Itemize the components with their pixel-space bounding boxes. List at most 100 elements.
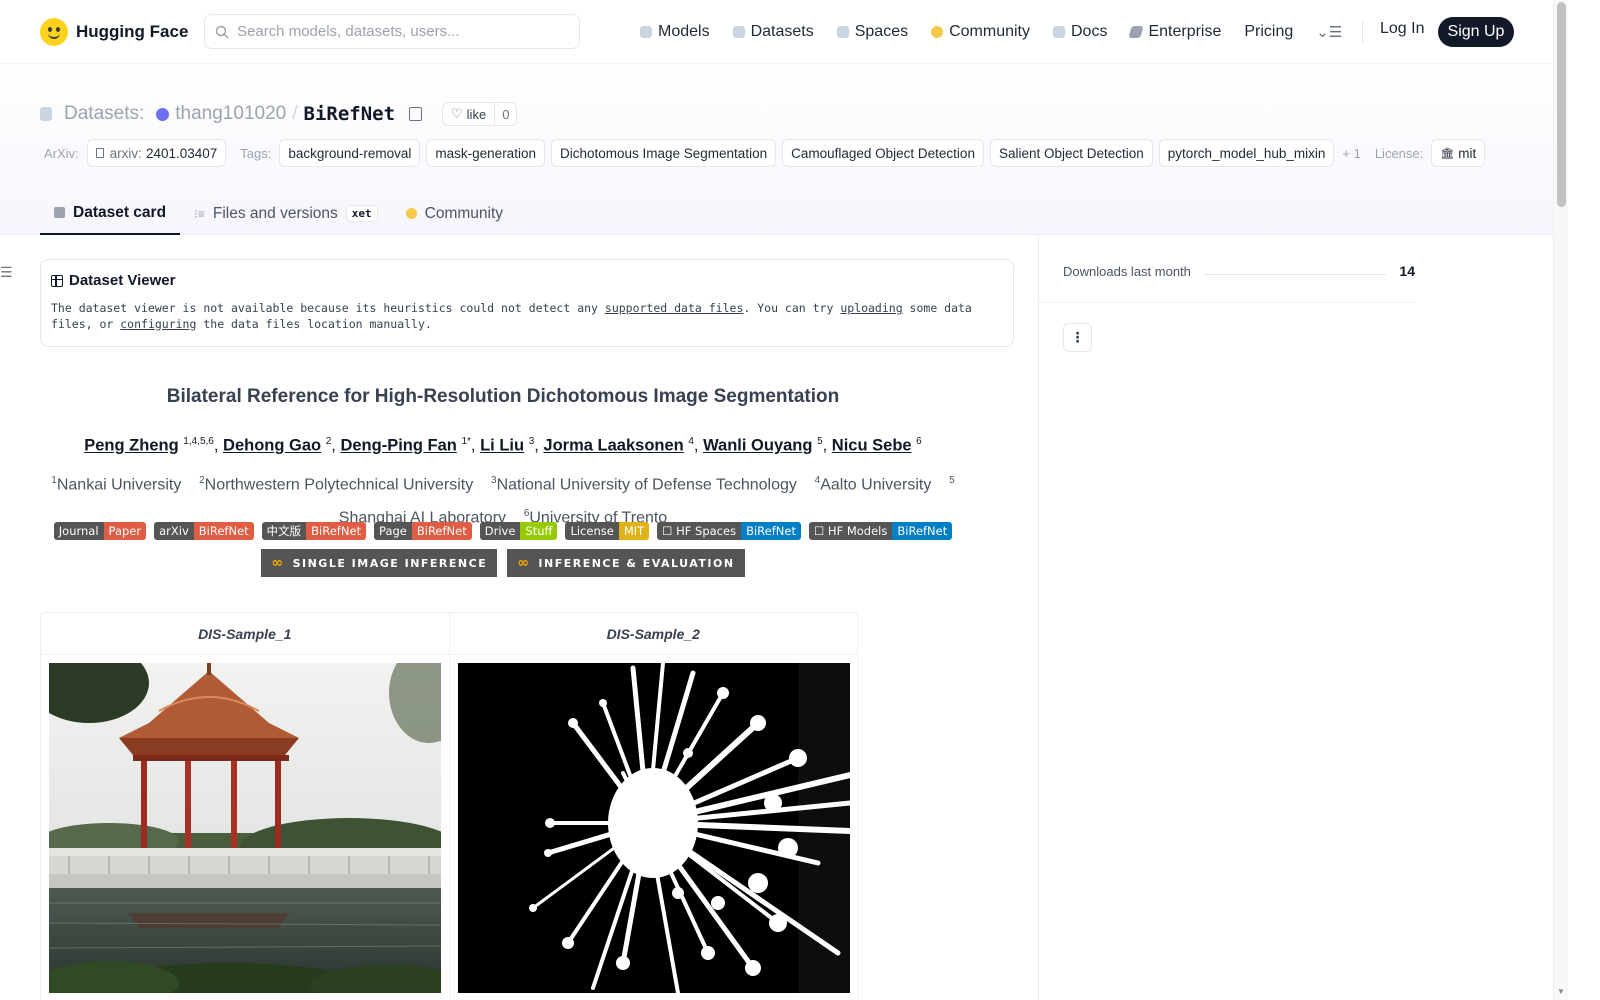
nav-spaces[interactable]: Spaces (836, 23, 909, 41)
nav-divider (1362, 20, 1363, 44)
badge-right: BiRefNet (741, 522, 801, 540)
nav-models[interactable]: Models (640, 23, 710, 41)
journal-badge[interactable]: Journal Paper (53, 522, 147, 540)
configuring-link[interactable]: configuring (120, 317, 196, 331)
repo-header: Datasets: thang101020 / BiRefNet ♡ like 0… (0, 64, 1553, 235)
scroll-down-arrow-icon[interactable]: ▼ (1557, 987, 1565, 996)
dataset-viewer-title: Dataset Viewer (51, 272, 1003, 289)
vertical-scrollbar[interactable]: ▼ (1553, 0, 1568, 1000)
more-menu-icon[interactable]: ⌄☰ (1316, 23, 1342, 41)
single-image-inference-button[interactable]: ∞ SINGLE IMAGE INFERENCE (261, 549, 498, 577)
sample-header: DIS-Sample_2 (606, 625, 700, 642)
author-link[interactable]: Li Liu (480, 437, 524, 455)
sample-cell (41, 655, 450, 1000)
nav-links: Models Datasets Spaces Community Docs En… (640, 16, 1342, 48)
hf-models-badge[interactable]: ☐ HF Models BiRefNet (808, 522, 953, 540)
brand-name: Hugging Face (76, 22, 189, 41)
badge-right: Paper (103, 522, 147, 540)
sidebar-divider (1039, 302, 1415, 303)
author-list: Peng Zheng 1,4,5,6, Dehong Gao 2, Deng-P… (84, 436, 922, 455)
tab-community[interactable]: Community (392, 192, 517, 235)
arxiv-chip[interactable]: arxiv: 2401.03407 (86, 139, 227, 167)
tab-dataset-card[interactable]: Dataset card (40, 192, 181, 235)
right-sidebar: Downloads last month 14 ⋮ (1038, 236, 1553, 1000)
nav-spaces-label: Spaces (854, 23, 909, 40)
toc-toggle-icon[interactable]: ☰ (0, 264, 13, 281)
author-sup: 1* (461, 436, 471, 447)
author-link[interactable]: Jorma Laaksonen (543, 437, 683, 455)
author-link[interactable]: Nicu Sebe (832, 437, 912, 455)
author-link[interactable]: Deng-Ping Fan (340, 437, 456, 455)
signup-button[interactable]: Sign Up (1438, 17, 1514, 47)
badge-left: ☐ HF Models (808, 522, 893, 540)
tag-chip[interactable]: Salient Object Detection (989, 139, 1153, 167)
uploading-link[interactable]: uploading (840, 301, 902, 315)
grid-icon (836, 26, 849, 38)
tab-files-and-versions[interactable]: ⁝≡ Files and versions xet (180, 192, 392, 235)
repo-name[interactable]: BiRefNet (304, 103, 396, 125)
downloads-label: Downloads last month (1063, 263, 1191, 279)
hugging-icon (931, 26, 944, 38)
tab-dataset-card-label: Dataset card (73, 203, 167, 221)
brand-link[interactable]: Hugging Face (40, 16, 188, 48)
license-badge[interactable]: License MIT (565, 522, 650, 540)
inference-evaluation-button[interactable]: ∞ INFERENCE & EVALUATION (507, 549, 745, 577)
badge-right: BiRefNet (306, 522, 367, 540)
login-link[interactable]: Log In (1380, 20, 1424, 38)
drive-badge[interactable]: Drive Stuff (479, 522, 558, 540)
author-link[interactable]: Dehong Gao (223, 437, 321, 455)
colab-icon: ∞ (517, 555, 531, 571)
search-input[interactable] (237, 23, 557, 40)
more-options-icon[interactable]: ⋮ (1063, 323, 1092, 352)
table-icon (51, 274, 63, 287)
nav-datasets[interactable]: Datasets (732, 23, 814, 41)
author-link[interactable]: Wanli Ouyang (703, 437, 812, 455)
owner-link[interactable]: thang101020 (175, 103, 286, 125)
copy-icon[interactable] (409, 107, 423, 121)
hugging-face-logo-icon (40, 18, 68, 46)
tag-chip[interactable]: Camouflaged Object Detection (782, 139, 984, 167)
badge-left: ☐ HF Spaces (657, 522, 742, 540)
license-label: License: (1374, 145, 1424, 161)
database-icon (732, 26, 745, 38)
cube-icon (54, 207, 65, 218)
license-chip[interactable]: 🏛 mit (1431, 139, 1486, 167)
page-badge[interactable]: Page BiRefNet (374, 522, 472, 540)
samples-row (41, 655, 857, 1000)
badge-right: MIT (618, 522, 650, 540)
nav-enterprise[interactable]: Enterprise (1128, 23, 1221, 41)
tag-chip[interactable]: background-removal (279, 139, 421, 167)
like-button[interactable]: ♡ like 0 (442, 102, 518, 126)
like-count[interactable]: 0 (495, 103, 516, 125)
like-label: like (466, 106, 487, 122)
tag-chip[interactable]: mask-generation (426, 139, 545, 167)
hugging-icon (405, 208, 417, 219)
tags-row: ArXiv: arxiv: 2401.03407 Tags: background… (44, 139, 1486, 167)
nav-pricing[interactable]: Pricing (1244, 23, 1293, 41)
arxiv-label: ArXiv: (44, 145, 79, 161)
supported-data-files-link[interactable]: supported data files (605, 301, 743, 315)
more-tags-link[interactable]: + 1 (1342, 146, 1360, 161)
search-icon (215, 25, 229, 39)
badge-left: arXiv (154, 522, 194, 540)
search-box[interactable] (204, 14, 580, 49)
nav-community[interactable]: Community (931, 23, 1030, 41)
database-icon (40, 107, 52, 121)
path-separator: / (292, 103, 298, 124)
tag-chip[interactable]: Dichotomous Image Segmentation (550, 139, 777, 167)
mask-sample-image (458, 663, 850, 993)
downloads-value: 14 (1399, 263, 1415, 279)
tag-chip[interactable]: pytorch_model_hub_mixin (1158, 139, 1335, 167)
nav-pricing-label: Pricing (1244, 23, 1294, 40)
chinese-version-badge[interactable]: 中文版 BiRefNet (261, 522, 367, 540)
top-navigation: Hugging Face Models Datasets Spaces Comm… (0, 0, 1553, 64)
nav-docs-label: Docs (1071, 23, 1108, 40)
sample-header: DIS-Sample_1 (41, 613, 450, 654)
author-link[interactable]: Peng Zheng (84, 437, 178, 455)
arxiv-badge[interactable]: arXiv BiRefNet (154, 522, 254, 540)
hf-spaces-badge[interactable]: ☐ HF Spaces BiRefNet (657, 522, 801, 540)
datasets-link[interactable]: Datasets: (64, 103, 144, 125)
scrollbar-thumb[interactable] (1557, 2, 1566, 207)
badge-left: Drive (479, 522, 521, 540)
nav-docs[interactable]: Docs (1053, 23, 1107, 41)
